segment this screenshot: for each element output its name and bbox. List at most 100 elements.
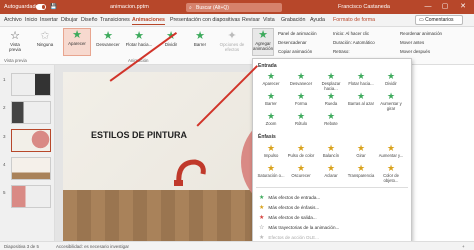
slide-thumbnails: 1 2 3 4 5 <box>0 65 55 241</box>
thumb-number: 5 <box>3 190 6 195</box>
move-later-button[interactable]: Mover después <box>400 49 430 54</box>
enfasis-balancin[interactable]: ★ Balancín <box>316 143 346 158</box>
cell-label: Balancín <box>322 153 340 158</box>
entrada-dividir[interactable]: ★ Dividir <box>376 71 406 86</box>
title-bar: Autoguardado 💾 animacion.pptm ⌕ Buscar (… <box>0 0 474 14</box>
star-icon: ★ <box>326 163 336 173</box>
entrada-desvanecer[interactable]: ★ Desvanecer <box>286 71 316 86</box>
star-icon: ★ <box>103 30 113 42</box>
star-icon: ★ <box>266 143 276 153</box>
cell-label: Barrer <box>265 101 277 106</box>
tab-animaciones[interactable]: Animaciones <box>132 17 165 25</box>
user-name[interactable]: Francisco Castaneda <box>338 4 390 10</box>
star-icon: ★ <box>296 163 306 173</box>
entrada-zoom[interactable]: ★ Zoom <box>256 111 286 126</box>
search-input[interactable]: Buscar (Alt+Q) <box>196 5 229 11</box>
tab-vista[interactable]: Vista <box>263 17 275 23</box>
enfasis-oscurecer[interactable]: ★ Oscurecer <box>286 163 316 178</box>
effect-desvanecer[interactable]: ★ Desvanecer <box>94 30 122 47</box>
star-icon: ★ <box>386 91 396 101</box>
move-earlier-button[interactable]: Mover antes <box>400 40 424 45</box>
star-icon: ★ <box>326 143 336 153</box>
motion-path-icon: ☆ <box>259 225 265 231</box>
entrada-forma[interactable]: ★ Forma <box>286 91 316 106</box>
thumbnail-5[interactable] <box>11 185 51 208</box>
autosave-label: Autoguardado <box>4 4 39 10</box>
entrada-rueda[interactable]: ★ Rueda <box>316 91 346 106</box>
entrada-rebote[interactable]: ★ Rebote <box>316 111 346 126</box>
search-box[interactable]: ⌕ Buscar (Alt+Q) <box>186 3 282 12</box>
cell-label: Dividir <box>385 81 397 86</box>
timing-delay[interactable]: Retraso: <box>333 49 350 54</box>
comments-button[interactable]: ▭ Comentarios <box>415 15 463 25</box>
cell-label: Barras al azar <box>347 101 375 106</box>
entrada-desplazar[interactable]: ★ Desplazar hacia... <box>316 71 346 91</box>
effect-none[interactable]: ✩ Ninguna <box>32 30 58 47</box>
cell-label: Desvanecer <box>289 81 313 86</box>
entrada-flotar[interactable]: ★ Flotar hacia... <box>346 71 376 86</box>
enfasis-pulso-color[interactable]: ★ Pulso de color <box>286 143 316 158</box>
entrada-aparecer[interactable]: ★ Aparecer <box>256 71 286 86</box>
tab-formato-de-forma[interactable]: Formato de forma <box>333 17 375 23</box>
copy-animation-button[interactable]: Copiar animación <box>278 49 312 54</box>
enfasis-color-objeto[interactable]: ★ Color de objeto... <box>376 163 406 183</box>
thumb-number: 3 <box>3 134 6 139</box>
star-icon: ★ <box>356 163 366 173</box>
tab-ayuda[interactable]: Ayuda <box>310 17 325 23</box>
preview-button[interactable]: ☆ Vista previa <box>4 30 26 52</box>
tab-archivo[interactable]: Archivo <box>4 17 22 23</box>
entrada-barrer[interactable]: ★ Barrer <box>256 91 286 106</box>
enfasis-saturacion[interactable]: ★ Saturación o... <box>256 163 286 178</box>
add-animation-label: Agregar animación <box>253 41 274 51</box>
autosave-toggle[interactable] <box>36 4 46 10</box>
effect-dividir[interactable]: ★ Dividir <box>158 30 184 47</box>
effect-flotar[interactable]: ★ Flotar hacia... <box>124 30 154 47</box>
thumbnail-1[interactable] <box>11 73 51 96</box>
enfasis-girar[interactable]: ★ Girar <box>346 143 376 158</box>
animation-pane-button[interactable]: Panel de animación <box>278 31 317 36</box>
cell-label: Pulso de color <box>287 153 315 158</box>
zoom-in-button[interactable]: + <box>462 244 465 249</box>
star-icon: ★ <box>386 163 396 173</box>
enfasis-impulso[interactable]: ★ Impulso <box>256 143 286 158</box>
star-icon: ★ <box>259 215 265 221</box>
effect-options-button[interactable]: ✦ Opciones de efectos <box>218 30 246 52</box>
preview-group-label: Vista previa <box>4 58 27 63</box>
slide-title[interactable]: ESTILOS DE PINTURA <box>91 130 201 140</box>
tab-diseno[interactable]: Diseño <box>81 17 98 23</box>
tab-grabacion[interactable]: Grabación <box>281 17 305 23</box>
thumbnail-2[interactable] <box>11 101 51 124</box>
save-icon[interactable]: 💾 <box>50 4 57 10</box>
timing-duration[interactable]: Duración: Automático <box>333 40 375 45</box>
tab-presentacion[interactable]: Presentación con diapositivas <box>170 17 240 23</box>
accessibility-status[interactable]: Accesibilidad: es necesario investigar <box>56 244 129 249</box>
slide-counter: Diapositiva 3 de 5 <box>4 244 39 249</box>
curved-arrow-shape[interactable] <box>171 152 211 192</box>
tab-revisar[interactable]: Revisar <box>242 17 260 23</box>
entrada-rotulo[interactable]: ★ Rótulo <box>286 111 316 126</box>
close-button[interactable]: ✕ <box>455 1 471 13</box>
enfasis-aumentar[interactable]: ★ Aumentar y... <box>376 143 406 158</box>
enfasis-aclarar[interactable]: ★ Aclarar <box>316 163 346 178</box>
enfasis-transparencia[interactable]: ★ Transparencia <box>346 163 376 178</box>
add-animation-button[interactable]: ★ Agregar animación <box>252 28 274 56</box>
tab-inicio[interactable]: Inicio <box>25 17 37 23</box>
tab-insertar[interactable]: Insertar <box>40 17 58 23</box>
tab-transiciones[interactable]: Transiciones <box>100 17 130 23</box>
minimize-button[interactable]: — <box>420 1 436 13</box>
trigger-button[interactable]: Desencadenar <box>278 40 307 45</box>
tab-dibujar[interactable]: Dibujar <box>61 17 78 23</box>
entrada-barras[interactable]: ★ Barras al azar <box>346 91 376 106</box>
effect-aparecer[interactable]: ★ Aparecer <box>63 28 91 56</box>
thumb-number: 2 <box>3 105 6 110</box>
cell-label: Oscurecer <box>291 173 311 178</box>
entrada-aumentar-girar[interactable]: ★ Aumentar y girar <box>376 91 406 111</box>
timing-start[interactable]: Inicio: Al hacer clic <box>333 31 369 36</box>
cell-label: Girar <box>356 153 366 158</box>
cell-label: Transparencia <box>347 173 375 178</box>
effect-barrer[interactable]: ★ Barrer <box>187 30 213 47</box>
thumbnail-3[interactable] <box>11 129 51 152</box>
thumbnail-4[interactable] <box>11 157 51 180</box>
maximize-button[interactable]: ▢ <box>437 1 453 13</box>
cell-label: Rueda <box>324 101 338 106</box>
